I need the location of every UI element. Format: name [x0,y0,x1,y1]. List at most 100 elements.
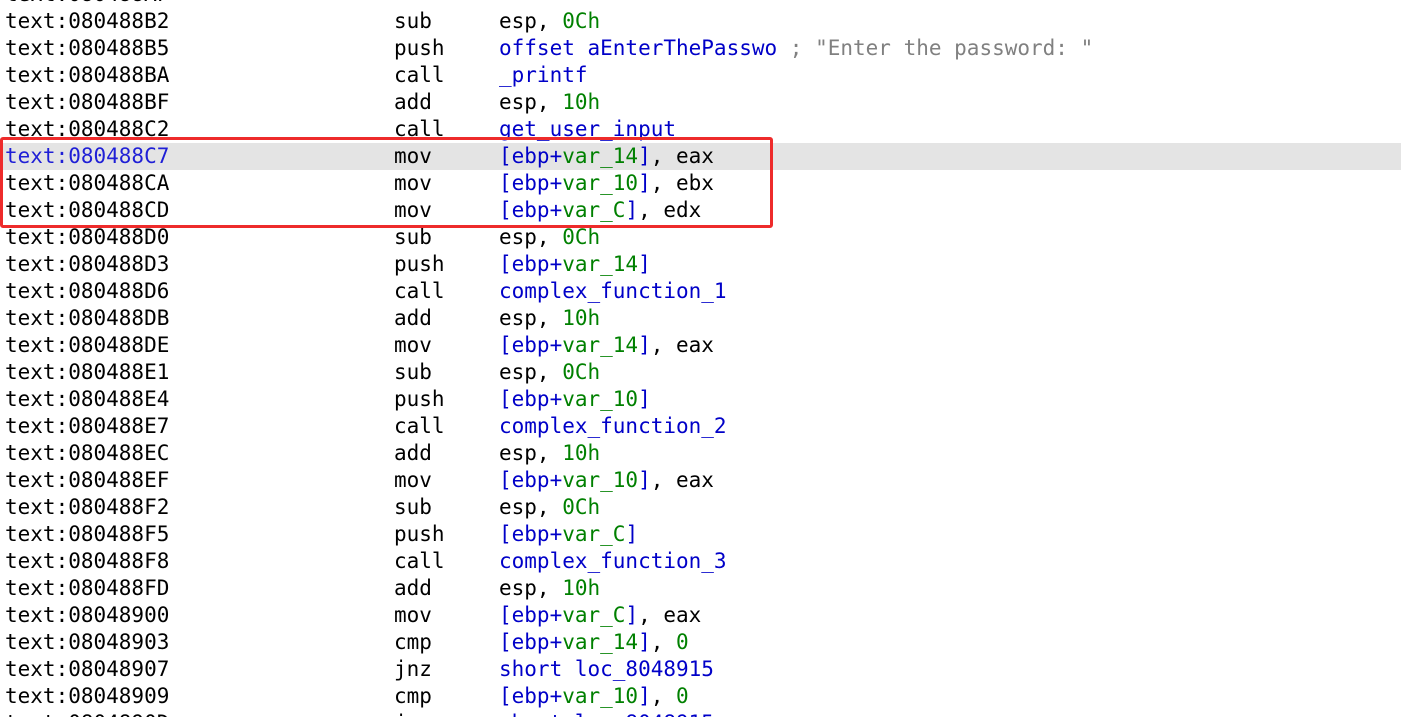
operands: [ebp+var_14] [499,251,651,278]
mnemonic: mov [394,198,432,222]
symbol-token[interactable]: [ebp+ [499,144,562,168]
variable-token[interactable]: var_C [562,522,625,546]
instruction-row[interactable]: text:080488F5 push [ebp+var_C] [0,521,1401,548]
instruction-row[interactable]: text:080488DE mov [ebp+var_14], eax [0,332,1401,359]
symbol-token[interactable]: ] [638,252,651,276]
instruction-row[interactable]: text:080488D0 sub esp, 0Ch [0,224,1401,251]
variable-token[interactable]: var_14 [562,333,638,357]
symbol-token[interactable]: ] [625,603,638,627]
mnemonic: push [394,252,445,276]
address-label: text:080488D3 [5,252,170,276]
instruction-row[interactable]: text:0804890D jnz short loc_8048915 [0,710,1401,717]
variable-token[interactable]: var_14 [562,630,638,654]
symbol-token[interactable]: ] [638,684,651,708]
symbol-token[interactable]: ] [638,144,651,168]
variable-token[interactable]: var_14 [562,144,638,168]
symbol-token[interactable]: short loc_8048915 [499,657,714,681]
operand-token: esp, [499,576,563,600]
variable-token[interactable]: var_10 [562,468,638,492]
instruction-row[interactable]: text:080488CA mov [ebp+var_10], ebx [0,170,1401,197]
mnemonic: jnz [394,657,432,681]
instruction-row[interactable]: text:080488CD mov [ebp+var_C], edx [0,197,1401,224]
instruction-row[interactable]: text:080488E7 call complex_function_2 [0,413,1401,440]
symbol-token[interactable]: [ebp+ [499,468,562,492]
symbol-token[interactable]: _printf [499,63,588,87]
address-label: text:080488D0 [5,225,170,249]
variable-token[interactable]: var_14 [562,252,638,276]
address-label: text:080488F5 [5,522,170,546]
operands: offset aEnterThePasswo ; "Enter the pass… [499,35,1093,62]
operands: complex_function_3 [499,548,727,575]
address-label: text:080488B5 [5,36,170,60]
symbol-token[interactable]: ] [638,171,651,195]
variable-token[interactable]: var_C [562,198,625,222]
operands: [ebp+var_14], eax [499,143,714,170]
address-label: text:080488C7 [5,144,170,168]
address-label: text:080488F8 [5,549,170,573]
variable-token[interactable]: var_10 [562,171,638,195]
instruction-row[interactable]: text:080488DB add esp, 10h [0,305,1401,332]
instruction-row[interactable]: text:080488D6 call complex_function_1 [0,278,1401,305]
variable-token[interactable]: var_C [562,603,625,627]
symbol-token[interactable]: [ebp+ [499,684,562,708]
number-token: 10h [562,306,601,330]
symbol-token[interactable]: get_user_input [499,117,676,141]
instruction-row[interactable]: text:080488EF mov [ebp+var_10], eax [0,467,1401,494]
instruction-row[interactable]: text:08048909 cmp [ebp+var_10], 0 [0,683,1401,710]
mnemonic: mov [394,144,432,168]
symbol-token[interactable]: complex_function_2 [499,414,727,438]
operand-token: esp, [499,441,563,465]
symbol-token[interactable]: ] [638,468,651,492]
comment-token: ; "Enter the password: " [777,36,1094,60]
address-label: text:08048903 [5,630,170,654]
instruction-row[interactable]: text:080488E1 sub esp, 0Ch [0,359,1401,386]
disassembly-listing[interactable]: text:080488AFtext:080488B2subesp, 0Chtex… [0,0,1401,717]
selected-instruction-row[interactable]: text:080488C7 mov [ebp+var_14], eax [0,143,1401,170]
symbol-token[interactable]: ] [625,522,638,546]
number-token: 0Ch [562,360,601,384]
instruction-row[interactable]: text:080488B5 push offset aEnterThePasswo … [0,35,1401,62]
symbol-token[interactable]: ] [638,333,651,357]
instruction-row[interactable]: text:08048903 cmp [ebp+var_14], 0 [0,629,1401,656]
operands: complex_function_1 [499,278,727,305]
instruction-row[interactable]: text:080488E4 push [ebp+var_10] [0,386,1401,413]
symbol-token[interactable]: offset aEnterThePasswo [499,36,777,60]
symbol-token[interactable]: [ebp+ [499,603,562,627]
symbol-token[interactable]: [ebp+ [499,333,562,357]
symbol-token[interactable]: [ebp+ [499,252,562,276]
symbol-token[interactable]: [ebp+ [499,522,562,546]
symbol-token[interactable]: short loc_8048915 [499,711,714,717]
number-token: 0Ch [562,225,601,249]
address-label: text:080488EC [5,441,170,465]
symbol-token[interactable]: [ebp+ [499,171,562,195]
instruction-row[interactable]: text:080488AF [0,0,1401,8]
mnemonic: mov [394,603,432,627]
instruction-row[interactable]: text:08048900 mov [ebp+var_C], eax [0,602,1401,629]
instruction-row[interactable]: text:080488C2 call get_user_input [0,116,1401,143]
instruction-row[interactable]: text:080488BA call _printf [0,62,1401,89]
number-token: 0Ch [562,9,601,33]
address-label: text:080488EF [5,468,170,492]
address-label: text:080488DE [5,333,170,357]
address-label: text:080488C2 [5,117,170,141]
instruction-row[interactable]: text:080488D3 push [ebp+var_14] [0,251,1401,278]
instruction-row[interactable]: text:080488F8 call complex_function_3 [0,548,1401,575]
symbol-token[interactable]: complex_function_3 [499,549,727,573]
instruction-row[interactable]: text:080488F2 sub esp, 0Ch [0,494,1401,521]
variable-token[interactable]: var_10 [562,387,638,411]
symbol-token[interactable]: ] [625,198,638,222]
instruction-row[interactable]: text:080488BF add esp, 10h [0,89,1401,116]
symbol-token[interactable]: [ebp+ [499,630,562,654]
symbol-token[interactable]: ] [638,387,651,411]
variable-token[interactable]: var_10 [562,684,638,708]
symbol-token[interactable]: ] [638,630,651,654]
symbol-token[interactable]: [ebp+ [499,387,562,411]
instruction-row[interactable]: text:080488FD add esp, 10h [0,575,1401,602]
instruction-row[interactable]: text:08048907 jnz short loc_8048915 [0,656,1401,683]
address-label: text:08048907 [5,657,170,681]
symbol-token[interactable]: [ebp+ [499,198,562,222]
symbol-token[interactable]: complex_function_1 [499,279,727,303]
instruction-row[interactable]: text:080488B2 sub esp, 0Ch [0,8,1401,35]
instruction-row[interactable]: text:080488EC add esp, 10h [0,440,1401,467]
mnemonic: add [394,576,432,600]
